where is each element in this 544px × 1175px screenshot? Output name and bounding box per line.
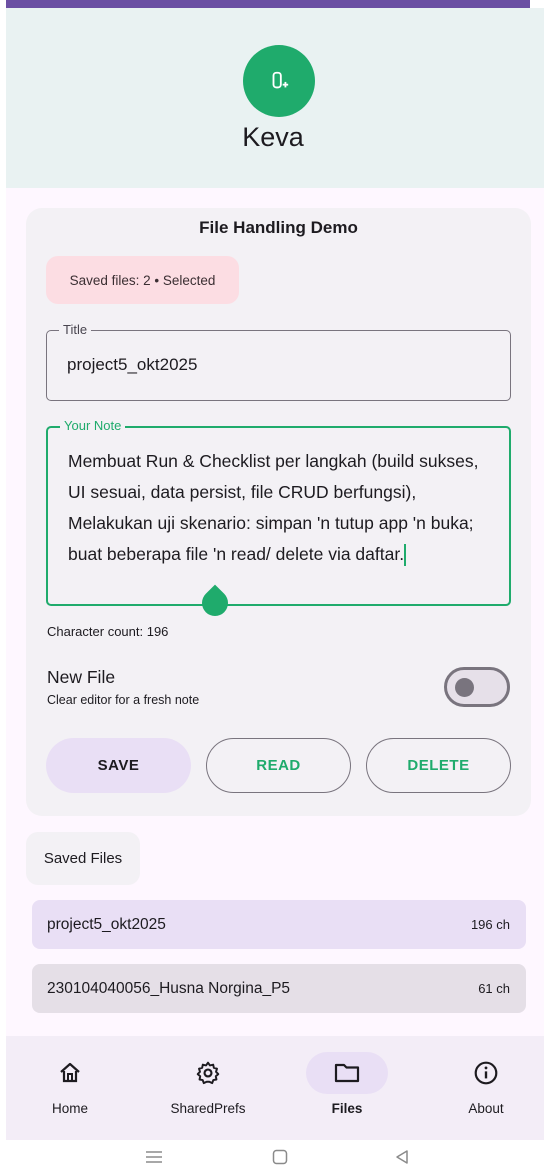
home-icon xyxy=(29,1052,111,1094)
saved-file-item[interactable]: 230104040056_Husna Norgina_P5 61 ch xyxy=(32,964,526,1013)
file-size: 61 ch xyxy=(478,981,510,996)
bottom-navigation: Home SharedPrefs Files About xyxy=(6,1036,544,1140)
nav-label-files: Files xyxy=(331,1101,363,1116)
read-button[interactable]: READ xyxy=(206,738,351,793)
nav-files[interactable]: Files xyxy=(287,1036,407,1140)
note-field-value: Membuat Run & Checklist per langkah (bui… xyxy=(68,446,498,570)
nav-label-about: About xyxy=(468,1101,504,1116)
saved-file-item[interactable]: project5_okt2025 196 ch xyxy=(32,900,526,949)
nav-label-sharedprefs: SharedPrefs xyxy=(170,1101,246,1116)
menu-icon[interactable] xyxy=(144,1148,164,1171)
home-square-icon[interactable] xyxy=(271,1148,289,1171)
saved-files-chip[interactable]: Saved files: 2 • Selected xyxy=(46,256,239,304)
toggle-knob xyxy=(455,678,474,697)
nav-label-home: Home xyxy=(51,1101,88,1116)
new-file-subtitle: Clear editor for a fresh note xyxy=(47,693,200,707)
note-field-label: Your Note xyxy=(60,417,126,435)
section-title: File Handling Demo xyxy=(199,218,358,237)
save-button[interactable]: SAVE xyxy=(46,738,191,793)
saved-files-header: Saved Files xyxy=(26,832,140,885)
clipboard-plus-icon xyxy=(243,45,315,117)
title-field[interactable]: Title project5_okt2025 xyxy=(46,321,511,401)
text-cursor xyxy=(404,544,407,567)
new-file-toggle[interactable] xyxy=(444,667,510,707)
note-field[interactable]: Your Note Membuat Run & Checklist per la… xyxy=(46,417,511,606)
back-icon[interactable] xyxy=(393,1148,411,1171)
title-field-label: Title xyxy=(59,321,92,339)
status-bar xyxy=(6,0,530,8)
system-navigation-bar xyxy=(0,1140,544,1175)
character-count: Character count: 196 xyxy=(47,624,169,639)
file-name: 230104040056_Husna Norgina_P5 xyxy=(47,979,291,997)
nav-about[interactable]: About xyxy=(426,1036,544,1140)
nav-home[interactable]: Home xyxy=(10,1036,130,1140)
delete-button[interactable]: DELETE xyxy=(366,738,511,793)
app-title: Keva xyxy=(242,122,304,152)
nav-sharedprefs[interactable]: SharedPrefs xyxy=(148,1036,268,1140)
file-name: project5_okt2025 xyxy=(47,915,166,933)
app-header xyxy=(6,8,544,188)
folder-icon xyxy=(306,1052,388,1094)
file-size: 196 ch xyxy=(470,917,510,932)
gear-icon xyxy=(167,1052,249,1094)
new-file-title: New File xyxy=(47,667,116,687)
info-icon xyxy=(445,1052,527,1094)
title-field-value: project5_okt2025 xyxy=(67,355,198,374)
